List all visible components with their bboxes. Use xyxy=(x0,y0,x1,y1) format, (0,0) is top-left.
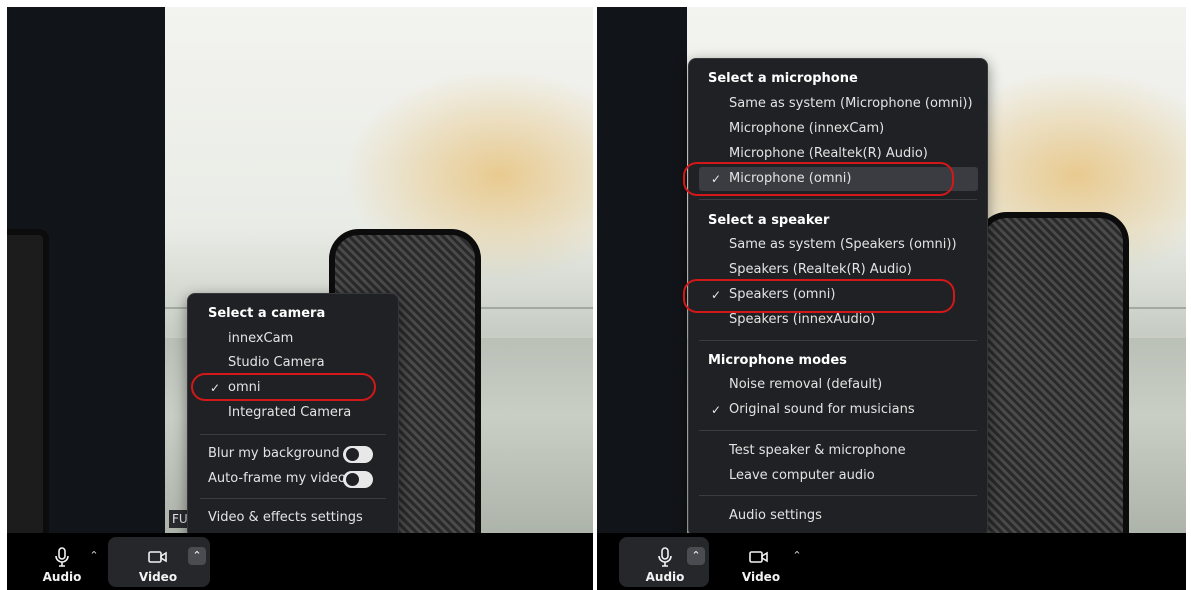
menu-divider xyxy=(200,434,386,435)
audio-options-caret[interactable]: ⌃ xyxy=(687,547,705,565)
camera-option-innexcam[interactable]: innexCam xyxy=(208,327,388,351)
camera-option-label: Integrated Camera xyxy=(228,405,352,420)
mic-option-same-as-system[interactable]: Same as system (Microphone (omni)) xyxy=(708,92,978,116)
audio-label: Audio xyxy=(645,570,685,584)
camera-option-label: innexCam xyxy=(228,331,294,346)
menu-divider xyxy=(699,199,977,200)
highlight-ring-speaker-omni xyxy=(683,279,955,313)
video-options-caret[interactable]: ⌃ xyxy=(188,547,206,565)
auto-frame-toggle[interactable] xyxy=(343,471,373,488)
microphone-icon xyxy=(658,547,672,567)
mode-option-original-sound[interactable]: ✓ Original sound for musicians xyxy=(708,398,978,422)
video-effects-settings-label: Video & effects settings xyxy=(208,510,363,525)
mic-option-innexcam[interactable]: Microphone (innexCam) xyxy=(708,117,978,141)
video-control[interactable]: Video ⌃ xyxy=(733,537,813,587)
mode-option-label: Noise removal (default) xyxy=(729,377,883,392)
menu-divider xyxy=(699,495,977,496)
video-camera-icon xyxy=(749,551,768,563)
left-screenshot-panel: FU Select a camera innexCam Studio Camer… xyxy=(7,7,593,590)
check-icon: ✓ xyxy=(710,403,722,417)
meeting-toolbar: Audio ⌃ Video ⌃ xyxy=(7,533,593,590)
video-effects-settings-option[interactable]: Video & effects settings xyxy=(208,506,388,530)
blur-background-label: Blur my background xyxy=(208,446,340,461)
chair-left xyxy=(7,229,49,541)
menu-divider xyxy=(699,430,977,431)
camera-option-label: Studio Camera xyxy=(228,355,325,370)
speaker-option-label: Same as system (Speakers (omni)) xyxy=(729,237,957,252)
menu-divider xyxy=(699,340,977,341)
right-screenshot-panel: Select a microphone Same as system (Micr… xyxy=(597,7,1186,590)
camera-option-studio[interactable]: Studio Camera xyxy=(208,351,388,375)
menu-divider xyxy=(200,498,386,499)
video-label: Video xyxy=(138,570,178,584)
audio-control[interactable]: Audio ⌃ xyxy=(37,537,107,587)
leave-computer-audio-option[interactable]: Leave computer audio xyxy=(708,464,978,488)
audio-label: Audio xyxy=(42,570,82,584)
highlight-ring-mic-omni xyxy=(683,162,954,196)
blur-background-toggle[interactable] xyxy=(343,446,373,463)
gallery-sidebar xyxy=(597,7,687,533)
mic-option-label: Same as system (Microphone (omni)) xyxy=(729,96,973,111)
audio-options-caret[interactable]: ⌃ xyxy=(85,547,103,565)
speaker-section-title: Select a speaker xyxy=(708,213,830,228)
mic-option-label: Microphone (innexCam) xyxy=(729,121,885,136)
audio-settings-option[interactable]: Audio settings xyxy=(708,504,978,528)
leave-computer-audio-label: Leave computer audio xyxy=(729,468,875,483)
camera-menu-title: Select a camera xyxy=(208,306,326,321)
microphone-icon xyxy=(55,547,69,567)
auto-frame-label: Auto-frame my video xyxy=(208,471,346,486)
test-speaker-mic-option[interactable]: Test speaker & microphone xyxy=(708,439,978,463)
camera-option-integrated[interactable]: Integrated Camera xyxy=(208,401,388,425)
audio-control[interactable]: Audio ⌃ xyxy=(619,537,709,587)
video-label: Video xyxy=(741,570,781,584)
highlight-ring-omni xyxy=(191,373,376,401)
chair-right xyxy=(977,212,1129,564)
video-control[interactable]: Video ⌃ xyxy=(108,537,210,587)
mode-option-noise-removal[interactable]: Noise removal (default) xyxy=(708,373,978,397)
camera-menu: Select a camera innexCam Studio Camera ✓… xyxy=(187,293,399,539)
mode-option-label: Original sound for musicians xyxy=(729,402,915,417)
microphone-modes-title: Microphone modes xyxy=(708,353,847,368)
video-camera-icon xyxy=(148,551,167,563)
audio-settings-label: Audio settings xyxy=(729,508,822,523)
meeting-toolbar: Audio ⌃ Video ⌃ xyxy=(597,533,1186,590)
test-speaker-mic-label: Test speaker & microphone xyxy=(729,443,906,458)
microphone-section-title: Select a microphone xyxy=(708,71,858,86)
speaker-option-same-as-system[interactable]: Same as system (Speakers (omni)) xyxy=(708,233,978,257)
video-options-caret[interactable]: ⌃ xyxy=(788,547,806,565)
